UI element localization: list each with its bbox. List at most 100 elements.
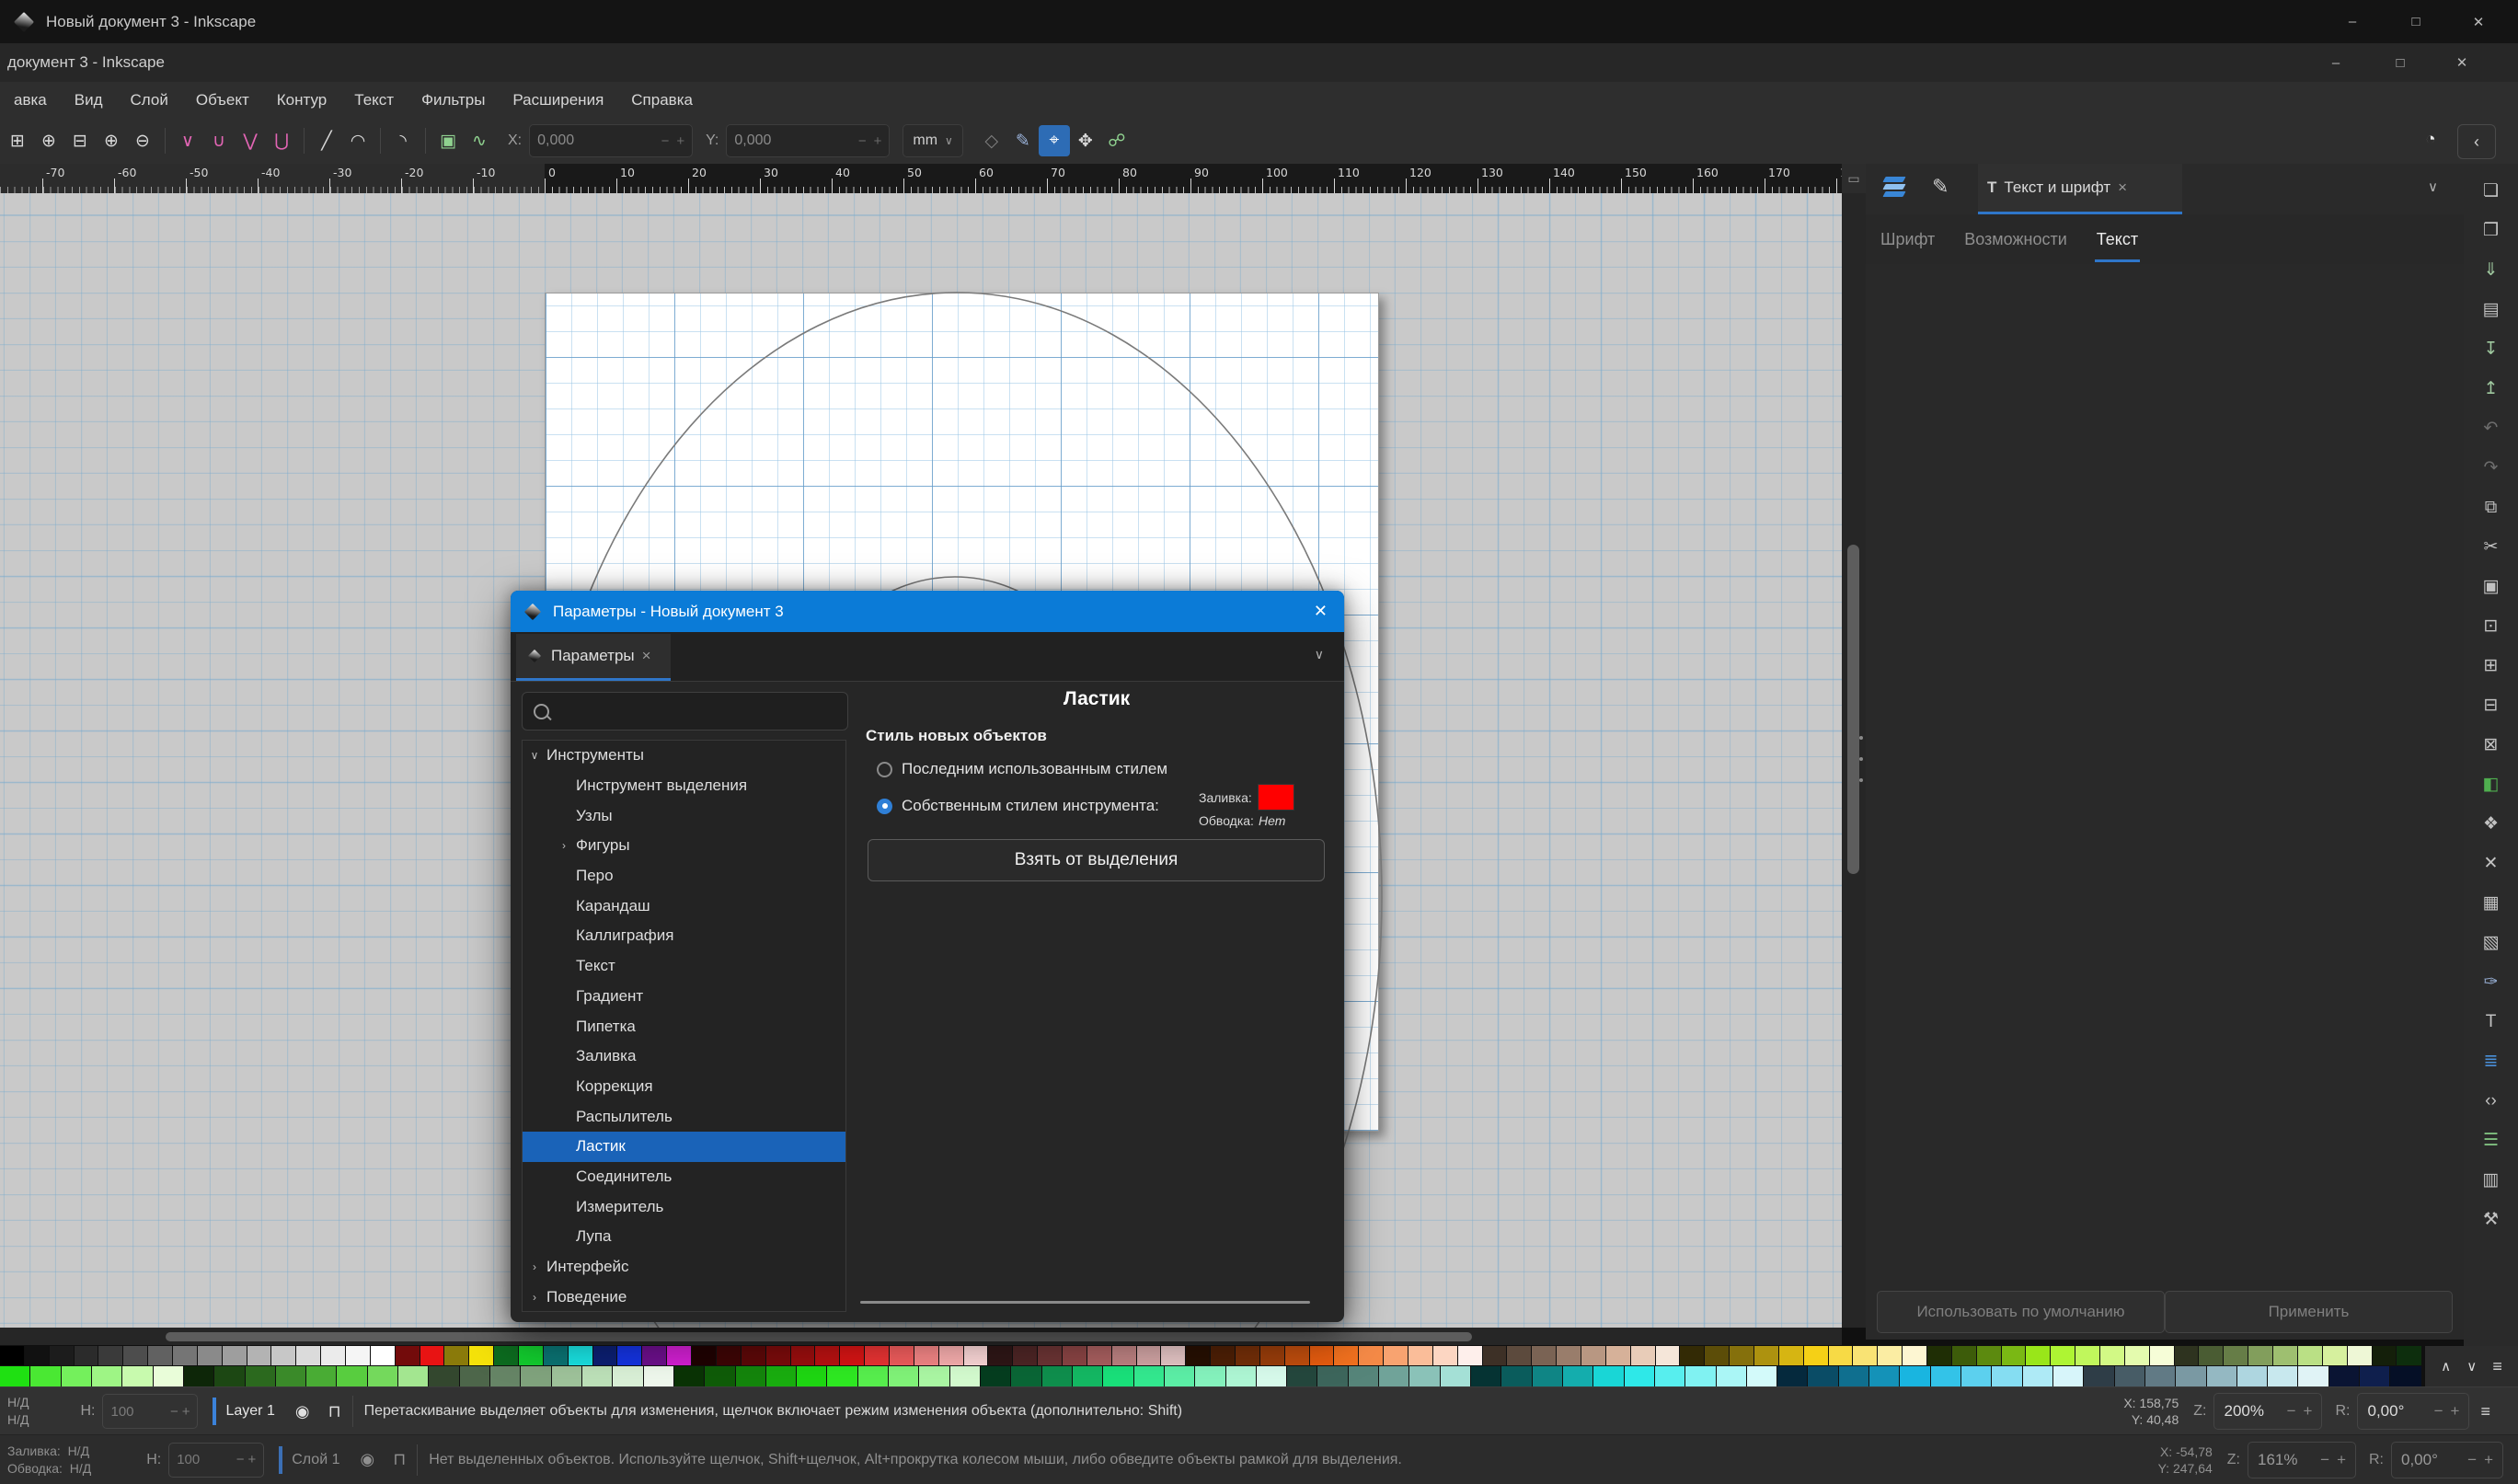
unlink-clone-icon[interactable]: ✕ [2476,844,2507,883]
palette-swatch[interactable] [939,1346,964,1366]
ungroup-icon[interactable]: ▧ [2476,923,2507,962]
tab-text-and-font[interactable]: T Текст и шрифт × [1978,164,2182,214]
display-mode-icon[interactable]: ▭ [1842,164,1866,193]
palette-swatch[interactable] [1408,1346,1433,1366]
palette-swatch[interactable] [306,1366,337,1386]
align-icon[interactable]: ☰ [2476,1121,2507,1160]
palette-swatch[interactable] [1501,1366,1532,1386]
palette-swatch[interactable] [2323,1346,2348,1366]
chevron-down-icon[interactable]: ∨ [528,749,541,762]
palette-swatch[interactable] [1747,1366,1777,1386]
y-input[interactable]: 0,000 − + [726,124,890,157]
palette-swatch[interactable] [1317,1366,1348,1386]
palette-swatch[interactable] [736,1366,766,1386]
palette-swatch[interactable] [950,1366,981,1386]
palette-swatch[interactable] [2298,1346,2323,1366]
set-as-default-button[interactable]: Использовать по умолчанию [1877,1291,2165,1333]
palette-swatch[interactable] [1112,1346,1137,1366]
palette-swatch[interactable] [223,1346,247,1366]
palette-swatch[interactable] [1134,1366,1165,1386]
palette-swatch[interactable] [914,1346,939,1366]
radio-own-style[interactable]: Собственным стилем инструмента: [877,797,1159,815]
tree-item-Карандаш[interactable]: Карандаш [523,891,845,921]
palette-swatch[interactable] [469,1346,494,1366]
tab-preferences[interactable]: Параметры × [516,634,671,681]
palette-swatch[interactable] [2329,1366,2360,1386]
palette-swatch[interactable] [1581,1346,1606,1366]
rotation-spinner-2[interactable]: 0,00° − + [2391,1442,2503,1478]
palette-swatch[interactable] [1310,1346,1335,1366]
chevron-right-icon[interactable]: › [528,1260,541,1273]
tree-item-Коррекция[interactable]: Коррекция [523,1072,845,1102]
palette-swatch[interactable] [396,1346,420,1366]
palette-swatch[interactable] [1287,1366,1317,1386]
opacity-spinner[interactable]: 100 − + [102,1394,198,1429]
palette-swatch[interactable] [1656,1346,1681,1366]
palette-swatch[interactable] [2199,1346,2224,1366]
palette-swatch[interactable] [1011,1366,1041,1386]
palette-swatch[interactable] [1285,1346,1310,1366]
zoom-page-width-icon[interactable]: ⊠ [2476,725,2507,765]
palette-swatch[interactable] [2348,1346,2373,1366]
layer-lock-icon-2[interactable]: ⊓ [393,1450,406,1469]
palette-swatch[interactable] [296,1346,321,1366]
import-icon[interactable]: ↧ [2476,329,2507,369]
make-curve-icon[interactable]: ◠ [342,125,374,156]
object-to-path-icon[interactable]: ▣ [432,125,464,156]
palette-swatch[interactable] [1379,1366,1409,1386]
palette-swatch[interactable] [123,1346,148,1366]
current-layer-label[interactable]: Layer 1 [225,1403,274,1420]
palette-swatch[interactable] [890,1346,914,1366]
palette-swatch[interactable] [2145,1366,2176,1386]
inner-maximize-button[interactable]: □ [2379,43,2421,82]
layer-lock-icon[interactable]: ⊓ [328,1402,341,1421]
objects-dialog-icon[interactable]: ✎ [1932,175,1949,199]
palette-swatch[interactable] [1606,1346,1631,1366]
palette-swatch[interactable] [148,1346,173,1366]
palette-swatch[interactable] [988,1346,1013,1366]
palette-swatch[interactable] [1869,1366,1900,1386]
palette-swatch[interactable] [184,1366,214,1386]
transform-handles-icon[interactable]: ✥ [1070,125,1101,156]
palette-swatch[interactable] [98,1346,123,1366]
break-segment-icon[interactable]: ⋃ [266,125,297,156]
tree-item-Фигуры[interactable]: ›Фигуры [523,831,845,861]
palette-swatch[interactable] [2150,1346,2175,1366]
chevron-right-icon[interactable]: › [558,839,570,852]
tree-item-Текст[interactable]: Текст [523,951,845,982]
palette-swatch[interactable] [62,1366,92,1386]
zoom-page-icon[interactable]: ⊟ [2476,685,2507,725]
palette-swatch[interactable] [1705,1346,1730,1366]
calligraphy-icon[interactable]: ✑ [2476,962,2507,1002]
palette-swatch[interactable] [1952,1346,1977,1366]
palette-swatch[interactable] [50,1346,75,1366]
zoom-selection-icon[interactable]: ⊡ [2476,606,2507,646]
statusbar-menu-icon[interactable]: ≡ [2480,1402,2490,1421]
palette-swatch[interactable] [766,1346,791,1366]
palette-swatch[interactable] [544,1346,569,1366]
take-from-selection-button[interactable]: Взять от выделения [868,839,1325,881]
palette-swatch[interactable] [173,1346,198,1366]
palette-swatch[interactable] [1680,1346,1705,1366]
palette-swatch[interactable] [1754,1346,1779,1366]
palette-swatch[interactable] [519,1346,544,1366]
palette-swatch[interactable] [1730,1346,1754,1366]
radio-icon[interactable] [877,762,892,777]
menu-item-Вид[interactable]: Вид [61,82,117,118]
pane-horizontal-scrollbar[interactable] [860,1301,1310,1304]
current-layer-label-2[interactable]: Слой 1 [292,1452,339,1468]
preferences-icon[interactable]: ⚒ [2476,1200,2507,1239]
snapping-icon[interactable]: ◔ [2415,124,2446,155]
tree-item-Инструменты[interactable]: ∨Инструменты [523,741,845,771]
redo-icon[interactable]: ↷ [2476,448,2507,488]
subtab-Текст[interactable]: Текст [2082,216,2153,262]
palette-swatch[interactable] [815,1346,840,1366]
palette-swatch[interactable] [569,1346,593,1366]
palette-swatch[interactable] [1631,1346,1656,1366]
stroke-to-path-icon[interactable]: ∿ [464,125,495,156]
palette-swatch[interactable] [1334,1346,1359,1366]
palette-swatch[interactable] [1260,1346,1285,1366]
tree-item-Распылитель[interactable]: Распылитель [523,1101,845,1132]
tree-item-Градиент[interactable]: Градиент [523,982,845,1012]
palette-swatch[interactable] [964,1346,989,1366]
